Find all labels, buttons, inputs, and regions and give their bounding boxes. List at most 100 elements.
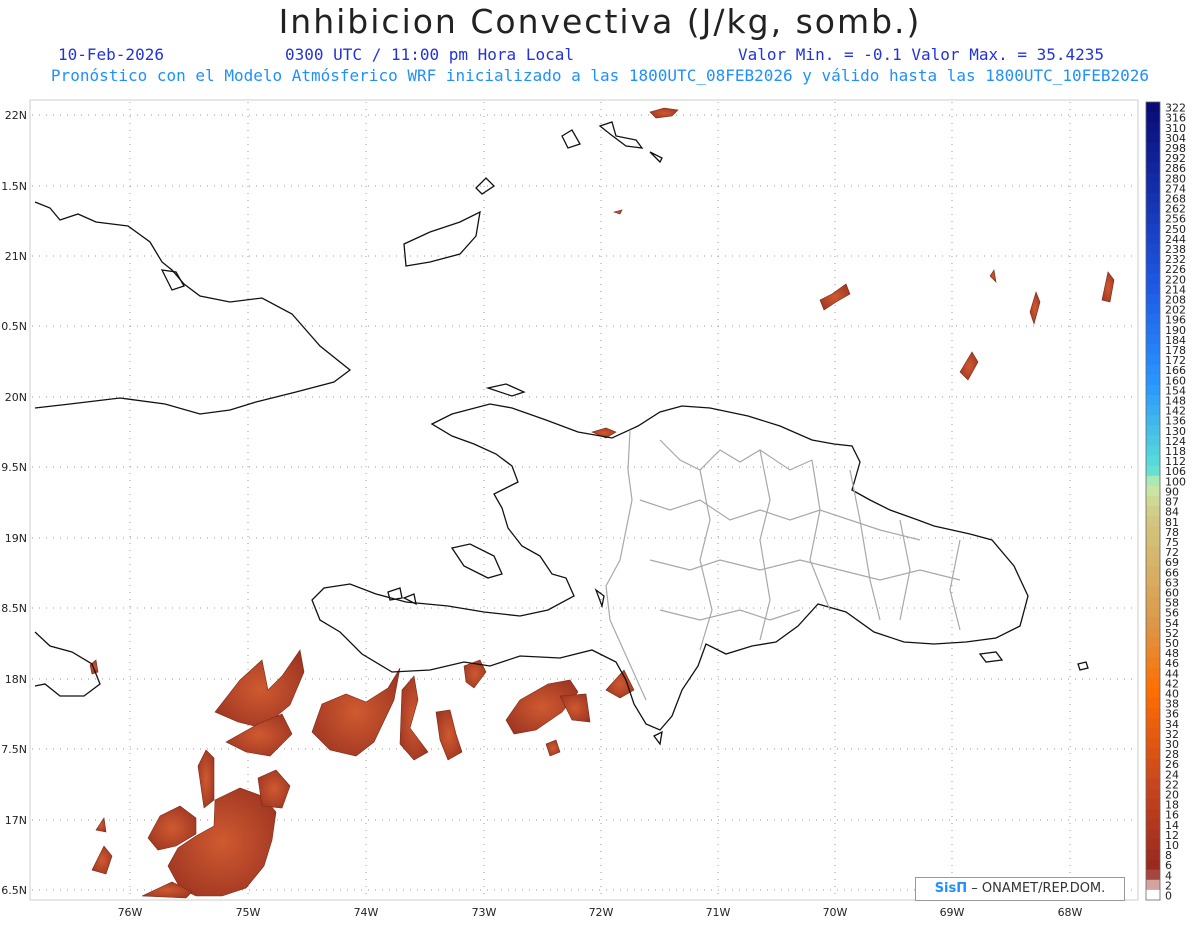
weather-map: 76W 75W 74W 73W 72W 71W 70W 69W 68W 22N 1.5N 21N 0.… bbox=[1, 99, 1186, 919]
lat-label: 8.5N bbox=[1, 602, 27, 615]
color-bar-swatch bbox=[1146, 546, 1160, 557]
color-bar-swatch bbox=[1146, 162, 1160, 174]
color-bar-swatch bbox=[1146, 839, 1160, 850]
color-bar-swatch bbox=[1146, 708, 1160, 719]
color-bar-swatch bbox=[1146, 142, 1160, 153]
color-bar-swatch bbox=[1146, 879, 1160, 891]
color-bar-swatch bbox=[1146, 112, 1160, 123]
lon-label: 71W bbox=[706, 906, 731, 919]
color-bar-swatch bbox=[1146, 576, 1160, 588]
color-bar-swatch bbox=[1146, 132, 1160, 143]
color-bar-swatch bbox=[1146, 667, 1160, 679]
color-bar-swatch bbox=[1146, 485, 1160, 497]
color-bar-swatch bbox=[1146, 455, 1160, 467]
color-bar-swatch bbox=[1146, 344, 1160, 355]
color-bar-swatch bbox=[1146, 334, 1160, 345]
map-frame bbox=[29, 99, 1139, 901]
color-bar-swatch bbox=[1146, 192, 1160, 204]
lon-label: 73W bbox=[472, 906, 497, 919]
credit-org: – ONAMET/REP.DOM. bbox=[971, 881, 1106, 896]
color-bar-swatch bbox=[1146, 465, 1160, 477]
color-bar-swatch bbox=[1146, 657, 1160, 669]
color-bar-swatch bbox=[1146, 788, 1160, 800]
color-bar-swatch bbox=[1146, 203, 1160, 214]
color-bar-swatch bbox=[1146, 778, 1160, 790]
color-bar-swatch bbox=[1146, 273, 1160, 285]
color-bar-swatch bbox=[1146, 556, 1160, 568]
color-bar-swatch bbox=[1146, 829, 1160, 840]
lon-label: 74W bbox=[354, 906, 379, 919]
color-bar-swatch bbox=[1146, 314, 1160, 325]
lat-label: 18N bbox=[5, 673, 27, 686]
color-bar-swatch bbox=[1146, 384, 1160, 396]
color-bar-swatch bbox=[1146, 617, 1160, 628]
color-bar-swatch bbox=[1146, 223, 1160, 234]
lat-label: 6.5N bbox=[1, 884, 27, 897]
lat-label: 1.5N bbox=[1, 180, 27, 193]
color-bar-swatch bbox=[1146, 889, 1160, 901]
color-bar-swatch bbox=[1146, 637, 1160, 648]
color-bar-swatch bbox=[1146, 293, 1160, 305]
lon-label: 70W bbox=[823, 906, 848, 919]
lat-label: 9.5N bbox=[1, 461, 27, 474]
color-bar-swatch bbox=[1146, 445, 1160, 456]
color-bar-swatch bbox=[1146, 697, 1160, 709]
color-bar-swatch bbox=[1146, 495, 1160, 507]
color-bar-swatch bbox=[1146, 425, 1160, 436]
lon-label: 76W bbox=[118, 906, 143, 919]
color-bar-swatch bbox=[1146, 768, 1160, 780]
color-bar-swatch bbox=[1146, 475, 1160, 487]
color-bar-swatch bbox=[1146, 758, 1160, 770]
latitude-labels: 22N 1.5N 21N 0.5N 20N 9.5N 19N 8.5N 18N 7.5N 17N 6.… bbox=[1, 109, 27, 897]
lat-label: 0.5N bbox=[1, 320, 27, 333]
color-bar-swatch bbox=[1146, 566, 1160, 578]
color-bar-swatch bbox=[1146, 102, 1160, 113]
color-bar-swatch bbox=[1146, 596, 1160, 608]
color-bar-swatch bbox=[1146, 516, 1160, 527]
color-bar-swatch bbox=[1146, 324, 1160, 335]
lon-label: 69W bbox=[940, 906, 965, 919]
color-bar-swatch bbox=[1146, 849, 1160, 860]
color-bar-swatch bbox=[1146, 182, 1160, 194]
color-bar-swatch bbox=[1146, 859, 1160, 871]
color-bar-swatch bbox=[1146, 354, 1160, 366]
color-bar-swatch bbox=[1146, 728, 1160, 739]
color-bar-swatch bbox=[1146, 647, 1160, 658]
lat-label: 7.5N bbox=[1, 743, 27, 756]
color-bar-swatch bbox=[1146, 687, 1160, 699]
color-bar-swatch bbox=[1146, 122, 1160, 133]
color-bar-swatch bbox=[1146, 152, 1160, 164]
lon-label: 75W bbox=[236, 906, 261, 919]
color-bar-swatch bbox=[1146, 677, 1160, 689]
color-bar-swatch bbox=[1146, 718, 1160, 729]
lat-label: 20N bbox=[5, 391, 27, 404]
color-bar-swatch bbox=[1146, 536, 1160, 547]
color-bar-swatch bbox=[1146, 263, 1160, 275]
color-bar-swatch bbox=[1146, 172, 1160, 184]
lat-label: 21N bbox=[5, 250, 27, 263]
color-bar-swatch bbox=[1146, 213, 1160, 224]
color-bar-swatch bbox=[1146, 738, 1160, 749]
color-bar-swatch bbox=[1146, 374, 1160, 386]
color-bar-swatch bbox=[1146, 627, 1160, 638]
color-bar-swatch bbox=[1146, 798, 1160, 810]
color-bar-swatch bbox=[1146, 304, 1160, 315]
color-bar-swatch bbox=[1146, 415, 1160, 426]
lat-label: 19N bbox=[5, 532, 27, 545]
color-bar-swatch bbox=[1146, 586, 1160, 598]
color-bar bbox=[1145, 101, 1161, 901]
color-bar-swatch bbox=[1146, 819, 1160, 830]
color-bar-swatch bbox=[1146, 435, 1160, 446]
credit-box: SisΠ – ONAMET/REP.DOM. bbox=[915, 877, 1125, 901]
color-bar-swatch bbox=[1146, 243, 1160, 254]
color-bar-swatch bbox=[1146, 283, 1160, 295]
color-bar-swatch bbox=[1146, 809, 1160, 820]
color-bar-swatch bbox=[1146, 607, 1160, 618]
color-bar-label: 0 bbox=[1165, 890, 1172, 903]
longitude-labels: 76W 75W 74W 73W 72W 71W 70W 69W 68W bbox=[118, 906, 1083, 919]
color-bar-labels: 3223163103042982922862802742682622562502… bbox=[1165, 102, 1186, 903]
lon-label: 68W bbox=[1058, 906, 1083, 919]
color-bar-swatch bbox=[1146, 748, 1160, 759]
color-bar-swatch bbox=[1146, 869, 1160, 881]
color-bar-swatch bbox=[1146, 405, 1160, 416]
